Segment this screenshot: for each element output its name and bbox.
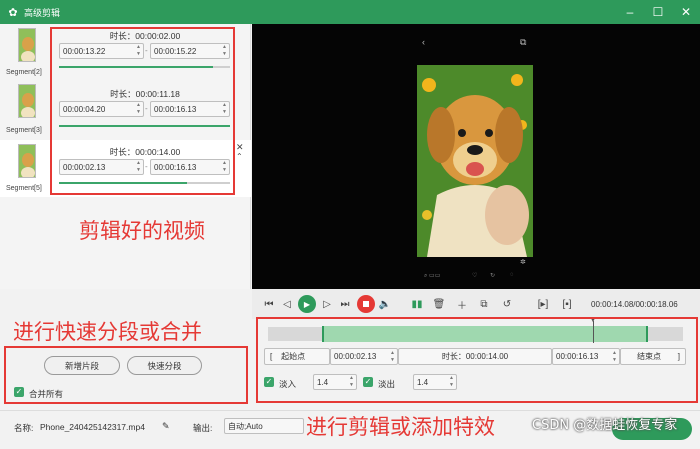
volume-icon[interactable]: 🔈 <box>378 297 392 311</box>
add-icon[interactable]: ＋ <box>455 297 469 312</box>
stop-button[interactable] <box>357 295 375 313</box>
like-icon: ♡ <box>472 273 478 279</box>
watermark: CSDN @数据蛙恢复专家 <box>532 418 678 433</box>
annotation-split: 进行快速分段或合并 <box>13 320 202 344</box>
step-back-icon[interactable]: ◁ <box>280 297 294 311</box>
merge-all-checkbox[interactable]: ✓ <box>14 387 24 397</box>
external-link-icon[interactable]: ⧉ <box>520 37 526 48</box>
annotation-clips: 剪辑好的视频 <box>79 219 205 243</box>
name-label: 名称: <box>14 423 34 433</box>
output-select[interactable]: 自动;Auto <box>224 418 304 434</box>
skip-start-icon[interactable]: ⏮ <box>262 297 276 311</box>
edit-name-icon[interactable]: ✎ <box>162 421 170 432</box>
share-icon: ↻ <box>490 273 496 279</box>
window-title: 高级剪辑 <box>24 7 61 18</box>
trash-icon[interactable]: 🗑 <box>432 297 446 311</box>
segment-thumbnail[interactable] <box>18 28 36 62</box>
quick-split-button[interactable]: 快速分段 <box>127 356 202 375</box>
file-name: Phone_240425142317.mp4 <box>40 422 145 432</box>
chevron-left-icon[interactable]: ‹ <box>422 37 425 47</box>
highlight-box-segments <box>50 27 235 195</box>
timecode: 00:00:14.08/00:00:18.06 <box>591 300 678 309</box>
copy-icon[interactable]: ⧉ <box>477 297 491 311</box>
minimize-icon[interactable]: – <box>622 4 638 20</box>
reset-icon[interactable]: ↺ <box>500 297 514 311</box>
chevron-up-icon[interactable]: ⌃ <box>236 152 243 161</box>
output-label: 输出: <box>193 423 213 433</box>
merge-all-label: 合并所有 <box>29 389 64 399</box>
split-icon[interactable]: ▮▮ <box>410 297 424 311</box>
comment-icon: ◌ <box>510 272 514 278</box>
annotation-edit: 进行剪辑或添加特效 <box>306 415 495 439</box>
highlight-box-edit <box>256 317 698 403</box>
new-segment-button[interactable]: 新增片段 <box>44 356 120 375</box>
segment-name: Segment[2] <box>6 69 42 76</box>
title-bar: ✿ 高级剪辑 – ☐ ✕ <box>0 0 700 24</box>
search-icon: ⌕ ▭▭ <box>424 273 441 279</box>
maximize-icon[interactable]: ☐ <box>650 4 666 20</box>
close-icon[interactable]: ✕ <box>678 4 694 20</box>
segment-thumbnail[interactable] <box>18 84 36 118</box>
set-end-icon[interactable]: [▪] <box>560 297 574 311</box>
skip-end-icon[interactable]: ⏭ <box>338 297 352 311</box>
set-start-icon[interactable]: [▸] <box>536 297 550 311</box>
video-frame <box>417 65 533 257</box>
app-logo-icon: ✿ <box>8 6 18 19</box>
segment-name: Segment[3] <box>6 127 42 134</box>
play-button[interactable]: ▶ <box>298 295 316 313</box>
step-forward-icon[interactable]: ▷ <box>320 297 334 311</box>
segment-thumbnail[interactable] <box>18 144 36 178</box>
sparkle-icon: ✲ <box>520 259 526 266</box>
segment-name: Segment[5] <box>6 185 42 192</box>
